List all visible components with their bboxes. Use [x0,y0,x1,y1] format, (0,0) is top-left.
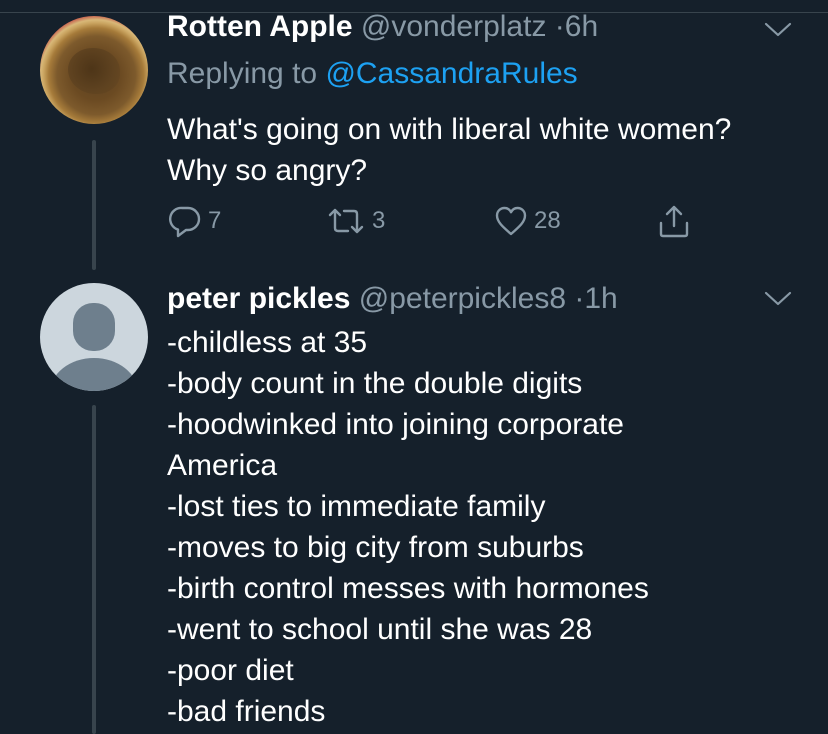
timestamp[interactable]: 6h [565,10,598,43]
separator-dot: · [574,282,585,315]
tweet-text-line: -bad friends [167,695,326,728]
retweet-icon [328,208,364,234]
thread-connector-line [92,405,96,734]
share-icon [659,205,689,238]
user-handle[interactable]: @peterpickles8 [359,282,566,315]
reply-mention-link[interactable]: @CassandraRules [325,57,577,90]
reply-count: 7 [208,207,222,234]
tweet-text-line: What's going on with liberal white women… [167,113,732,146]
replying-prefix: Replying to [167,57,318,90]
tweet-text-line: -went to school until she was 28 [167,613,593,646]
separator-dot: · [554,10,565,43]
retweet-count: 3 [372,207,386,234]
avatar-shoulders-shape [50,358,138,391]
tweet-text-line: -birth control messes with hormones [167,572,649,605]
tweet-header: peter pickles @peterpickles8 ·1h [167,281,618,317]
tweet-text-line: -lost ties to immediate family [167,490,546,523]
tweet-thread: Rotten Apple @vonderplatz ·6h Replying t… [0,0,828,734]
thread-connector-line [92,140,96,270]
display-name[interactable]: peter pickles [167,282,350,315]
share-button[interactable] [657,203,691,239]
replying-to-line: Replying to @CassandraRules [167,56,578,92]
tweet-header: Rotten Apple @vonderplatz ·6h [167,9,598,45]
display-name[interactable]: Rotten Apple [167,10,353,43]
tweet-text: What's going on with liberal white women… [167,109,731,191]
tweet-text-line: -poor diet [167,654,294,687]
like-button[interactable]: 28 [494,203,561,239]
tweet-text-line: -hoodwinked into joining corporate [167,408,624,441]
chevron-down-icon[interactable] [763,290,793,308]
default-profile-avatar[interactable] [40,283,148,391]
heart-icon [495,206,527,236]
tweet-text-line: -body count in the double digits [167,367,583,400]
tweet-text-line: America [167,449,278,482]
avatar-head-shape [73,303,115,351]
retweet-button[interactable]: 3 [326,203,385,239]
tweet-text-line: Why so angry? [167,154,368,187]
rotten-apple-avatar[interactable] [40,16,148,124]
tweet-text-line: -moves to big city from suburbs [167,531,584,564]
like-count: 28 [534,207,561,234]
user-handle[interactable]: @vonderplatz [361,10,547,43]
chevron-down-icon[interactable] [763,21,793,39]
timestamp[interactable]: 1h [584,282,617,315]
tweet-text: -childless at 35 -body count in the doub… [167,322,649,732]
reply-button[interactable]: 7 [168,203,221,239]
tweet-text-line: -childless at 35 [167,326,368,359]
reply-icon [169,206,201,238]
